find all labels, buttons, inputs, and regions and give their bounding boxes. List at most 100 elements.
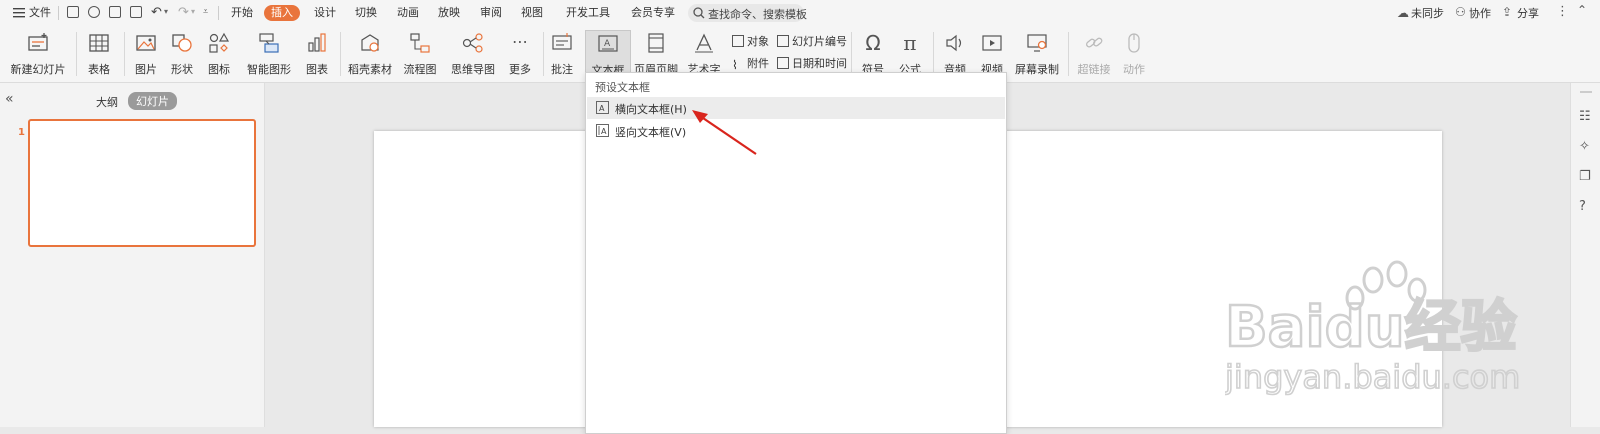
mouse-icon [1128,33,1140,53]
shape-button[interactable]: 形状 [166,30,198,78]
smartart-icon [259,33,279,53]
pin-icon[interactable]: ✧ [1579,139,1590,154]
attachment-label: 附件 [747,57,769,70]
object-button[interactable]: 对象 [732,33,769,50]
video-icon [982,35,1002,51]
print-preview-icon[interactable] [130,6,142,18]
tab-design[interactable]: 设计 [314,5,336,21]
new-slide-button[interactable]: 新建幻灯片 [8,30,68,78]
datetime-button[interactable]: 日期和时间 [777,55,847,72]
flowchart-label: 流程图 [403,63,437,76]
chart-icon [308,33,326,52]
slide-number-label: 幻灯片编号 [792,35,847,48]
menu-item-horizontal-textbox[interactable]: A 横向文本框(H) [587,97,1005,119]
formula-button[interactable]: π 公式 [893,30,927,78]
divider [218,6,219,20]
cloud-icon[interactable]: ☁ [1397,6,1409,20]
action-button[interactable]: 动作 [1118,30,1150,78]
daoke-material-button[interactable]: 稻壳素材 [346,30,394,78]
object-label: 对象 [747,35,769,48]
header-footer-button[interactable]: 页眉页脚 [634,30,678,78]
pi-icon: π [903,31,917,55]
share-button[interactable]: 分享 [1517,5,1539,21]
chevron-down-icon[interactable]: ▾ [191,7,195,16]
picture-icon [136,35,156,51]
slide-number-button[interactable]: 幻灯片编号 [777,33,847,50]
properties-icon[interactable]: ☷ [1579,109,1591,124]
link-icon [1086,37,1103,48]
textbox-button[interactable]: A 文本框 [585,30,631,78]
collapse-handle[interactable] [1580,91,1592,93]
comment-icon [552,33,572,50]
mindmap-button[interactable]: 思维导图 [447,30,499,78]
collapse-panel-icon[interactable]: « [5,91,14,107]
table-label: 表格 [88,63,110,76]
collapse-ribbon-icon[interactable]: ⌃ [1577,3,1587,17]
tab-member[interactable]: 会员专享 [631,5,675,21]
flowchart-button[interactable]: 流程图 [398,30,442,78]
tab-animation[interactable]: 动画 [397,5,419,21]
symbol-button[interactable]: Ω 符号 [856,30,890,78]
vertical-textbox-icon: A [596,124,609,137]
icon-library-icon [209,32,230,53]
hamburger-icon[interactable] [13,8,25,18]
divider [76,32,77,76]
tab-review[interactable]: 审阅 [480,5,502,21]
table-icon [89,34,109,52]
comment-label: 批注 [551,63,573,76]
tab-insert[interactable]: 插入 [264,5,300,21]
slide-thumbnail[interactable] [28,119,256,247]
screen-record-button[interactable]: 屏幕录制 [1013,30,1061,78]
video-button[interactable]: 视频 [975,30,1009,78]
comment-button[interactable]: 批注 [548,30,576,78]
action-label: 动作 [1123,63,1145,76]
smartart-button[interactable]: 智能图形 [241,30,297,78]
shape-label: 形状 [171,63,193,76]
new-slide-icon [28,33,48,51]
file-menu[interactable]: 文件 [29,5,51,21]
tab-developer[interactable]: 开发工具 [566,5,610,21]
tab-outline[interactable]: 大纲 [96,94,118,110]
attachment-button[interactable]: ⌇ 附件 [732,55,769,72]
icon-button[interactable]: 图标 [203,30,235,78]
sync-status[interactable]: 未同步 [1411,5,1444,21]
wordart-button[interactable]: 艺术字 [683,30,725,78]
collab-icon[interactable]: ⚇ [1455,5,1466,19]
picture-button[interactable]: 图片 [130,30,162,78]
more-options-icon[interactable]: ⋮ [1556,4,1569,19]
menu-bar: 文件 ↶ ▾ ↷ ▾ ⩡ 开始 插入 设计 切换 动画 放映 审阅 视图 开发工… [0,0,1600,26]
speaker-icon [946,34,962,52]
menu-item-vertical-textbox[interactable]: A 竖向文本框(V) [587,120,1005,142]
flowchart-icon [410,33,430,53]
hyperlink-button[interactable]: 超链接 [1073,30,1115,78]
tab-view[interactable]: 视图 [521,5,543,21]
chevron-down-icon[interactable]: ▾ [164,7,168,16]
more-button[interactable]: ⋯ 更多 [503,30,537,78]
undo-icon[interactable]: ↶ [151,5,162,20]
search-icon [693,7,705,19]
tab-transition[interactable]: 切换 [355,5,377,21]
help-icon[interactable]: ? [1579,199,1586,214]
tab-slides[interactable]: 幻灯片 [128,92,177,110]
export-icon[interactable] [88,6,100,18]
table-button[interactable]: 表格 [82,30,116,78]
redo-icon[interactable]: ↷ [178,5,189,20]
collab-button[interactable]: 协作 [1469,5,1491,21]
divider [543,32,544,76]
audio-button[interactable]: 音频 [938,30,972,78]
copy-format-icon[interactable]: ❐ [1579,169,1591,184]
print-icon[interactable] [109,6,121,18]
share-icon[interactable]: ⇪ [1502,5,1512,19]
svg-text:A: A [599,104,605,113]
tab-start[interactable]: 开始 [231,5,253,21]
tab-slideshow[interactable]: 放映 [438,5,460,21]
command-search[interactable]: 查找命令、搜索模板 [688,4,807,22]
chart-button[interactable]: 图表 [300,30,334,78]
divider [124,32,125,76]
save-icon[interactable] [67,6,79,18]
slide-number-icon [777,35,789,47]
customize-quick-access-icon[interactable]: ⩡ [203,7,208,17]
header-footer-icon [648,33,664,53]
object-icon [732,35,744,47]
slides-panel: « 大纲 幻灯片 1 [0,83,265,427]
